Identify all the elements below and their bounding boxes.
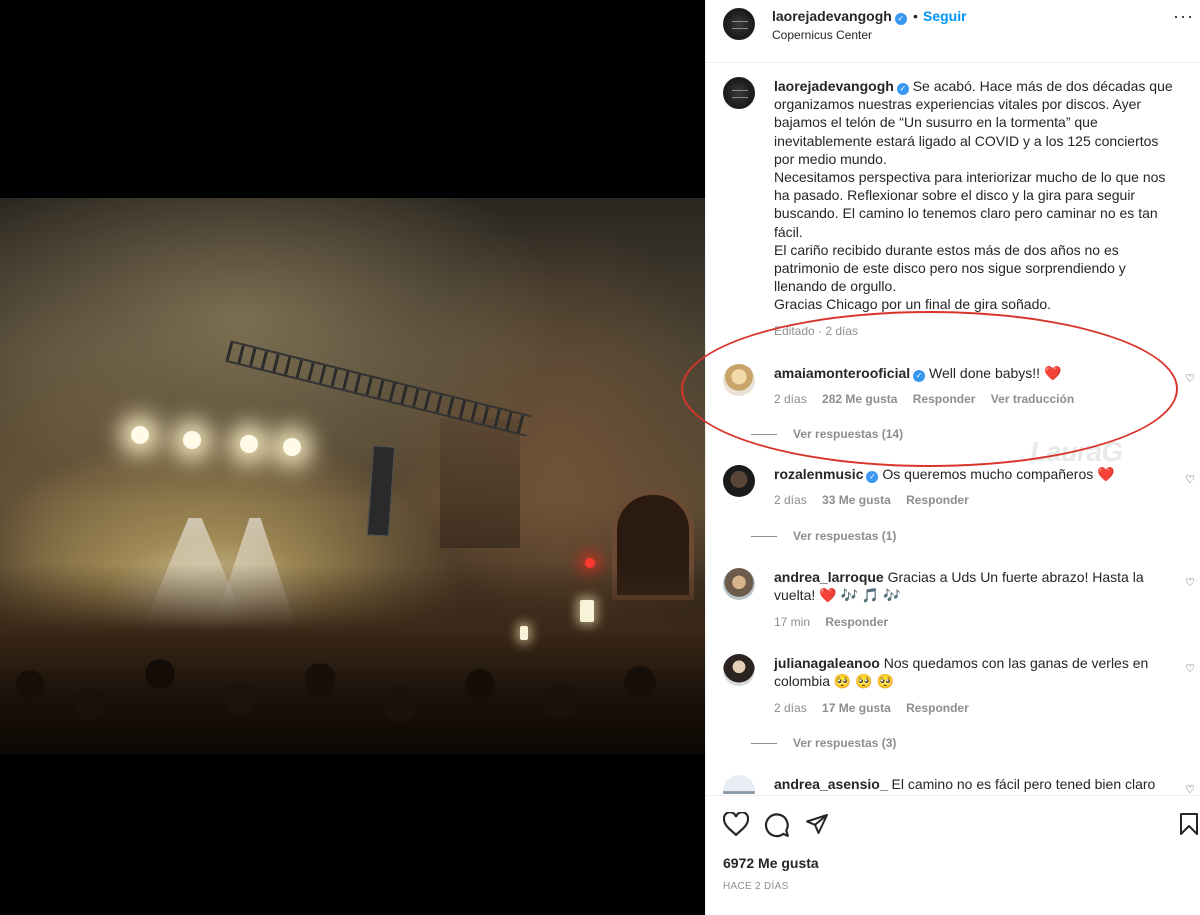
heart-icon[interactable]: ♡ — [1185, 473, 1195, 486]
comment-time[interactable]: 17 min — [774, 615, 810, 629]
post-actions: 6972 Me gusta HACE 2 DÍAS — [706, 795, 1200, 915]
view-replies-button[interactable]: Ver respuestas (14) — [750, 427, 903, 441]
media-panel — [0, 0, 705, 915]
verified-badge-icon: ✓ — [913, 370, 926, 382]
comment-meta: 17 min Responder — [774, 615, 888, 629]
username[interactable]: amaiamonterooficial — [774, 365, 910, 381]
comment-meta: 2 días 282 Me gusta Responder Ver traduc… — [774, 392, 1074, 406]
avatar[interactable] — [723, 654, 755, 686]
lighting-truss — [225, 340, 532, 437]
comment-body: Well done babys!! — [929, 365, 1044, 381]
stage-spotlight — [183, 431, 201, 449]
avatar[interactable] — [723, 568, 755, 600]
comment-likes[interactable]: 282 Me gusta — [822, 392, 897, 406]
heart-icon[interactable]: ♡ — [1185, 576, 1195, 589]
reply-button[interactable]: Responder — [825, 615, 888, 629]
watermark: LauraG — [1030, 436, 1123, 467]
avatar[interactable] — [723, 77, 755, 109]
avatar[interactable] — [723, 8, 755, 40]
avatar[interactable] — [723, 775, 755, 794]
caption-text: laorejadevangogh ✓ Se acabó. Hace más de … — [774, 77, 1174, 314]
username[interactable]: rozalenmusic — [774, 466, 863, 482]
red-heart-emoji: ❤️ — [1097, 466, 1115, 482]
stage-spotlight — [240, 435, 258, 453]
avatar[interactable] — [723, 364, 755, 396]
more-icon[interactable]: ··· — [1173, 6, 1194, 27]
comment-body: Os queremos mucho compañeros — [882, 466, 1098, 482]
stage-spotlight — [131, 426, 149, 444]
username[interactable]: andrea_asensio_ — [774, 776, 888, 792]
comment-time[interactable]: 2 días — [774, 701, 807, 715]
username[interactable]: julianagaleanoo — [774, 655, 880, 671]
comment-icon[interactable] — [764, 812, 790, 838]
comment-likes[interactable]: 17 Me gusta — [822, 701, 891, 715]
location-link[interactable]: Copernicus Center — [772, 28, 872, 42]
caption-edited: Editado · 2 días — [774, 324, 859, 338]
follow-button[interactable]: Seguir — [923, 8, 967, 24]
heart-icon[interactable]: ♡ — [1185, 662, 1195, 675]
stage-spotlight — [283, 438, 301, 456]
post-author: laorejadevangogh ✓ — [772, 8, 907, 26]
likes-count[interactable]: 6972 Me gusta — [723, 855, 819, 871]
heart-icon[interactable]: ♡ — [1185, 783, 1195, 794]
comment-time[interactable]: 2 días — [774, 392, 807, 406]
speaker-array — [366, 445, 396, 537]
bookmark-icon[interactable] — [1178, 812, 1200, 836]
comment-body: El camino no es fácil pero tened bien cl… — [891, 776, 1156, 792]
emoji-group: ❤️ 🎶 🎵 🎶 — [819, 587, 901, 604]
verified-badge-icon: ✓ — [894, 13, 907, 25]
reply-button[interactable]: Responder — [906, 701, 969, 715]
caption-paragraph: Gracias Chicago por un final de gira soñ… — [774, 296, 1052, 313]
share-icon[interactable] — [805, 812, 829, 836]
translate-button[interactable]: Ver traducción — [991, 392, 1074, 406]
theater-balcony — [440, 418, 520, 548]
username[interactable]: andrea_larroque — [774, 569, 884, 585]
verified-badge-icon: ✓ — [866, 471, 879, 483]
view-replies-button[interactable]: Ver respuestas (1) — [750, 529, 896, 543]
comment-likes[interactable]: 33 Me gusta — [822, 493, 891, 507]
audience-crowd — [0, 564, 705, 754]
heart-icon[interactable] — [723, 812, 749, 836]
separator-dot: • — [913, 8, 918, 24]
post-sidebar: laorejadevangogh ✓ • Seguir Copernicus Ce… — [705, 0, 1200, 915]
comment-text: andrea_larroque Gracias a Uds Un fuerte … — [774, 568, 1174, 604]
comments-list[interactable]: laorejadevangogh ✓ Se acabó. Hace más de … — [706, 64, 1200, 794]
comment-text: julianagaleanoo Nos quedamos con las gan… — [774, 654, 1174, 690]
comment-meta: 2 días 17 Me gusta Responder — [774, 701, 969, 715]
caption-paragraph: El cariño recibido durante estos más de … — [774, 241, 1126, 295]
verified-badge-icon: ✓ — [896, 83, 909, 95]
reply-button[interactable]: Responder — [906, 493, 969, 507]
concert-photo[interactable] — [0, 198, 705, 754]
comment-time[interactable]: 2 días — [774, 493, 807, 507]
comment-text: amaiamonterooficial ✓ Well done babys!! ❤… — [774, 364, 1174, 382]
comment-meta: 2 días 33 Me gusta Responder — [774, 493, 969, 507]
phone-screen — [520, 626, 528, 640]
heart-icon[interactable]: ♡ — [1185, 372, 1195, 385]
phone-screen — [580, 600, 594, 622]
post-timestamp: HACE 2 DÍAS — [723, 881, 789, 892]
comment-text: andrea_asensio_ El camino no es fácil pe… — [774, 775, 1174, 793]
red-heart-emoji: ❤️ — [1043, 365, 1062, 381]
post-header: laorejadevangogh ✓ • Seguir Copernicus Ce… — [706, 0, 1200, 63]
username[interactable]: laorejadevangogh — [772, 8, 892, 24]
emoji-group: 🥺 🥺 🥺 — [833, 673, 894, 690]
caption-paragraph: Necesitamos perspectiva para interioriza… — [774, 169, 1166, 240]
reply-button[interactable]: Responder — [913, 392, 976, 406]
view-replies-button[interactable]: Ver respuestas (3) — [750, 736, 896, 750]
avatar[interactable] — [723, 465, 755, 497]
username[interactable]: laorejadevangogh — [774, 78, 894, 94]
